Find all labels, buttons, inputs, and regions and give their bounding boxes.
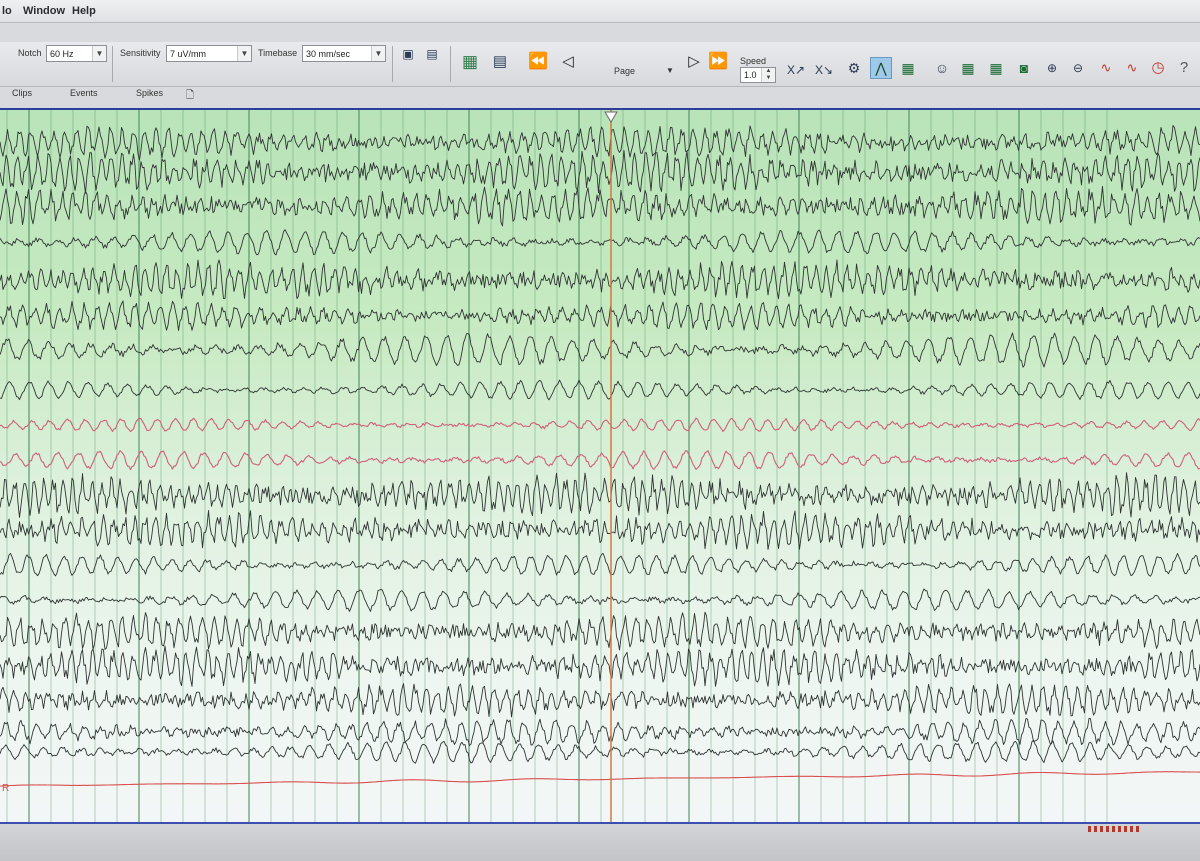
eeg-channel-trace [0,259,1200,300]
speed-stepper[interactable]: 1.0 ▲ ▼ [740,67,776,83]
eeg-channel-trace [0,300,1200,331]
document-icon[interactable]: 🗋 [186,88,194,105]
patient-icon[interactable]: ☺ [932,58,952,78]
page-position-indicator [1088,826,1142,832]
waveform-view-icon[interactable]: ⋀ [870,57,892,79]
eeg-channel-trace [0,683,1200,718]
chevron-down-icon: ▼ [92,46,106,61]
menu-file[interactable]: lo [2,5,12,17]
gain-up-icon[interactable]: X↗ [786,60,806,80]
speed-value: 1.0 [744,70,757,80]
annotation-icon[interactable]: ⚙ [844,58,864,78]
record-view-icon[interactable]: ▦ [460,52,480,72]
notch-select[interactable]: 60 Hz ▼ [46,45,107,62]
eeg-channel-trace [0,588,1200,612]
timebase-select[interactable]: 30 mm/sec ▼ [302,45,386,62]
eeg-channel-trace [0,417,1200,433]
help-icon[interactable]: ? [1174,58,1194,78]
eeg-channel-trace [0,185,1200,227]
eeg-channel-trace [0,150,1200,194]
sensitivity-value: 7 uV/mm [170,49,207,59]
main-toolbar: Notch 60 Hz ▼ Sensitivity 7 uV/mm ▼ Time… [0,42,1200,87]
fast-forward-icon[interactable]: ⏩ [708,52,728,72]
eeg-channel-trace [0,552,1200,577]
ecg-trace [0,771,1200,787]
print-icon[interactable]: ▤ [422,44,442,64]
eeg-channel-trace [0,510,1200,550]
eeg-channel-trace [0,229,1200,256]
eeg-channel-trace [0,379,1200,401]
page-dropdown-icon[interactable]: ▼ [666,66,674,75]
marker-icon[interactable]: ∿ [1096,58,1116,78]
eeg-channel-trace [0,125,1200,161]
eeg-channel-trace [0,611,1200,651]
gain-down-icon[interactable]: X↘ [814,60,834,80]
timebase-value: 30 mm/sec [306,49,351,59]
menu-window[interactable]: Window [23,5,65,17]
eeg-trace-area[interactable]: R [0,108,1200,822]
eeg-canvas[interactable] [0,110,1200,822]
toolbar-separator [112,46,113,82]
zoom-in-icon[interactable]: ⊕ [1042,58,1062,78]
eeg-channel-trace [0,332,1200,368]
step-forward-icon[interactable]: ▷ [684,52,704,72]
menu-bar: lo Window Help [0,0,1200,23]
cursor-handle-icon[interactable] [604,111,618,123]
status-bar [0,822,1200,861]
event-icon[interactable]: ∿ [1122,58,1142,78]
spinner-icon: ▲ ▼ [761,68,775,82]
import-icon[interactable]: ▦ [986,58,1006,78]
eeg-channel-trace [0,645,1200,687]
montage-icon[interactable]: ▣ [398,44,418,64]
speed-label: Speed [740,56,767,66]
eeg-channel-trace [0,472,1200,518]
zoom-out-icon[interactable]: ⊖ [1068,58,1088,78]
eeg-channel-trace [0,450,1200,471]
toolbar-separator [392,46,393,82]
camera-icon[interactable]: ◙ [1014,58,1034,78]
notch-value: 60 Hz [50,49,74,59]
toolbar-separator [450,46,451,82]
eeg-channel-trace [0,717,1200,747]
chevron-down-icon: ▼ [371,46,385,61]
page-label: Page [614,66,636,76]
sensitivity-label: Sensitivity [120,48,161,58]
sensitivity-select[interactable]: 7 uV/mm ▼ [166,45,252,62]
ecg-channel-label: R [2,783,10,794]
video-icon[interactable]: ▤ [490,52,510,72]
chevron-down-icon: ▼ [237,46,251,61]
panel-tabs: Clips Events Spikes 🗋 [0,86,250,102]
tab-spikes[interactable]: Spikes [136,88,163,98]
spectrum-icon[interactable]: ▦ [898,58,918,78]
tab-events[interactable]: Events [70,88,98,98]
step-back-icon[interactable]: ◁ [558,52,578,72]
timebase-label: Timebase [258,48,298,58]
export-icon[interactable]: ▦ [958,58,978,78]
tab-clips[interactable]: Clips [12,88,32,98]
notch-label: Notch [18,48,42,58]
rewind-icon[interactable]: ⏪ [528,52,548,72]
clock-icon[interactable]: ◷ [1148,58,1168,78]
menu-help[interactable]: Help [72,5,96,17]
